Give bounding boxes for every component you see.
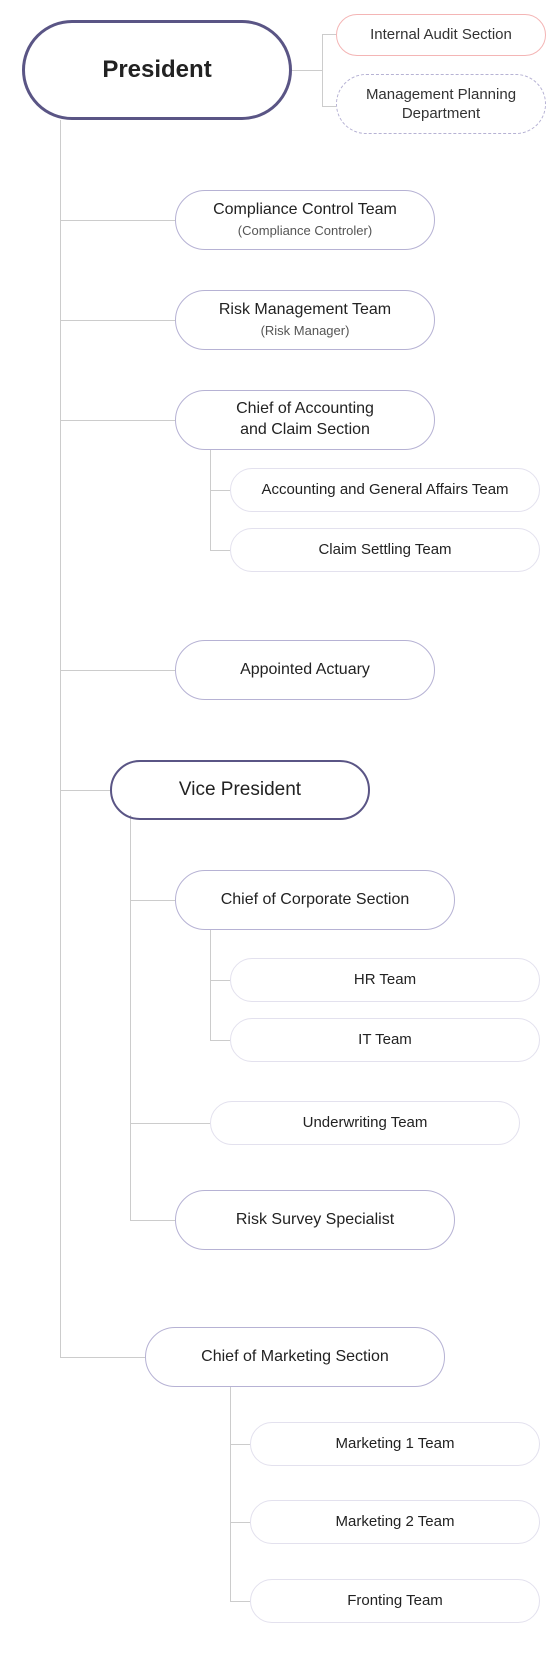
label-planning-1: Management Planning [366, 85, 516, 105]
label-compliance: Compliance Control Team [213, 200, 397, 221]
label-risk: Risk Management Team [219, 300, 391, 321]
label-acct-2: and Claim Section [240, 420, 370, 441]
node-marketing-2: Marketing 2 Team [250, 1500, 540, 1544]
label-it: IT Team [358, 1030, 412, 1050]
label-corp: Chief of Corporate Section [221, 890, 410, 911]
node-internal-audit: Internal Audit Section [336, 14, 546, 56]
node-accounting-general-affairs: Accounting and General Affairs Team [230, 468, 540, 512]
node-marketing-1: Marketing 1 Team [250, 1422, 540, 1466]
node-marketing-chief: Chief of Marketing Section [145, 1327, 445, 1387]
node-hr-team: HR Team [230, 958, 540, 1002]
label-actuary: Appointed Actuary [240, 660, 370, 681]
label-hr: HR Team [354, 970, 416, 990]
org-chart: President Internal Audit Section Managem… [10, 10, 550, 1644]
node-risk-survey: Risk Survey Specialist [175, 1190, 455, 1250]
node-claim-settling: Claim Settling Team [230, 528, 540, 572]
label-planning-2: Department [402, 104, 480, 124]
node-appointed-actuary: Appointed Actuary [175, 640, 435, 700]
node-accounting-chief: Chief of Accounting and Claim Section [175, 390, 435, 450]
node-vice-president: Vice President [110, 760, 370, 820]
node-management-planning: Management Planning Department [336, 74, 546, 134]
node-fronting: Fronting Team [250, 1579, 540, 1623]
node-risk-management: Risk Management Team (Risk Manager) [175, 290, 435, 350]
node-underwriting: Underwriting Team [210, 1101, 520, 1145]
label-m2: Marketing 2 Team [336, 1512, 455, 1532]
label-rss: Risk Survey Specialist [236, 1210, 394, 1231]
label-m1: Marketing 1 Team [336, 1434, 455, 1454]
label-vp: Vice President [179, 778, 301, 803]
label-compliance-sub: (Compliance Controler) [238, 223, 372, 240]
label-president: President [102, 54, 211, 85]
label-claim: Claim Settling Team [318, 540, 451, 560]
node-corporate-chief: Chief of Corporate Section [175, 870, 455, 930]
label-risk-sub: (Risk Manager) [261, 323, 350, 340]
label-acct-1: Chief of Accounting [236, 399, 374, 420]
node-compliance: Compliance Control Team (Compliance Cont… [175, 190, 435, 250]
node-president: President [22, 20, 292, 120]
label-fr: Fronting Team [347, 1591, 443, 1611]
label-agat: Accounting and General Affairs Team [261, 480, 508, 500]
label-marketing: Chief of Marketing Section [201, 1347, 389, 1368]
node-it-team: IT Team [230, 1018, 540, 1062]
label-internal-audit: Internal Audit Section [370, 25, 512, 45]
label-uw: Underwriting Team [303, 1113, 428, 1133]
